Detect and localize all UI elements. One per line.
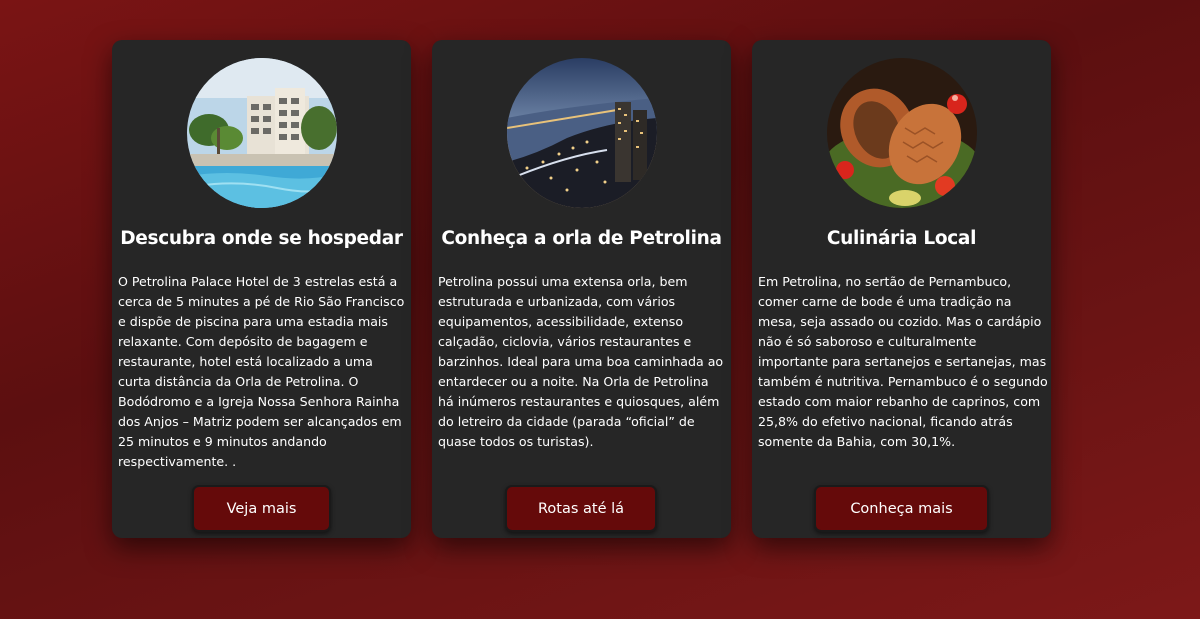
rotas-ate-la-button[interactable]: Rotas até lá <box>505 485 657 532</box>
food-image <box>827 58 977 208</box>
card-description: Petrolina possui uma extensa orla, bem e… <box>438 274 724 449</box>
card-culinaria: Culinária Local Em Petrolina, no sertão … <box>752 40 1051 538</box>
hotel-pool-image <box>187 58 337 208</box>
card-orla: Conheça a orla de Petrolina Petrolina po… <box>432 40 731 538</box>
card-description: Em Petrolina, no sertão de Pernambuco, c… <box>758 274 1048 449</box>
card-title: Culinária Local <box>826 228 977 249</box>
conheca-mais-button[interactable]: Conheça mais <box>814 485 989 532</box>
waterfront-night-image <box>507 58 657 208</box>
card-title: Conheça a orla de Petrolina <box>441 228 722 249</box>
veja-mais-button[interactable]: Veja mais <box>192 485 331 532</box>
card-hotel: Descubra onde se hospedar O Petrolina Pa… <box>112 40 411 538</box>
card-title: Descubra onde se hospedar <box>120 228 403 249</box>
card-description: O Petrolina Palace Hotel de 3 estrelas e… <box>118 274 405 469</box>
